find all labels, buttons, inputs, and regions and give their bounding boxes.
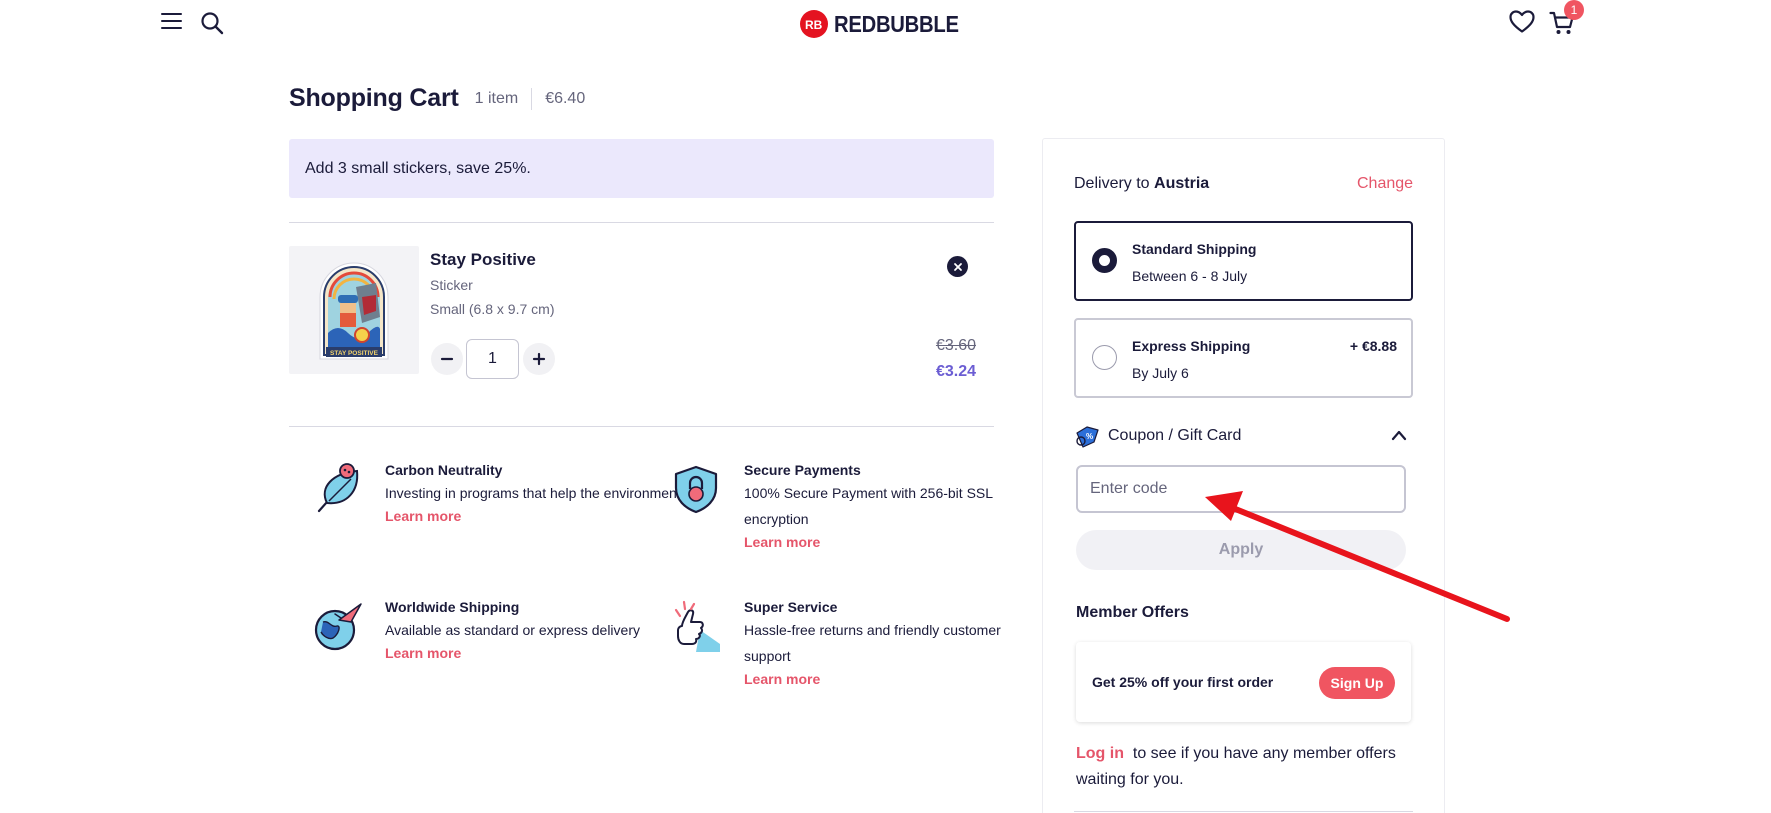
discounted-price: €3.24 [935,363,976,380]
remove-item-button[interactable] [947,256,968,277]
log-in-link[interactable]: Log in [1076,745,1124,762]
heart-icon[interactable] [1509,10,1535,34]
feature-text: 100% Secure Payment with 256-bit SSL enc… [744,485,993,527]
cart-item-count: 1 item [474,89,519,107]
delivery-destination: Delivery to Austria [1074,175,1209,193]
logo-text: REDBUBBLE [834,10,959,37]
product-name[interactable]: Stay Positive [430,250,536,270]
shield-lock-icon [674,465,718,514]
shipping-name: Express Shipping [1132,338,1251,354]
product-thumbnail[interactable]: STAY POSITIVE [289,246,419,374]
redbubble-logo[interactable]: RB REDBUBBLE [800,10,976,38]
login-prompt-text: to see if you have any member offers wai… [1076,745,1396,788]
feature-worldwide-shipping: Worldwide Shipping Available as standard… [385,599,685,663]
close-icon [953,262,962,271]
member-offers-title: Member Offers [1076,604,1189,621]
shipping-cost: + €8.88 [1349,338,1397,354]
globe-plane-icon [314,603,362,651]
shipping-option-standard[interactable]: Standard Shipping Between 6 - 8 July [1074,221,1413,301]
quantity-increase-button[interactable] [523,343,555,375]
annotation-arrow [1205,491,1510,622]
feather-leaf-icon [317,463,359,513]
search-icon[interactable] [200,11,224,35]
product-size: Small (6.8 x 9.7 cm) [430,301,555,317]
divider [289,426,994,427]
coupon-tag-icon: % [1076,426,1099,448]
feature-title: Secure Payments [744,462,861,478]
member-offer-card: Get 25% off your first order Sign Up [1076,642,1411,722]
cart-heading: Shopping Cart 1 item €6.40 [289,84,585,113]
quantity-input[interactable] [466,339,519,379]
divider [289,222,994,223]
coupon-code-input[interactable] [1076,465,1406,513]
delivery-prefix: Delivery to [1074,175,1150,192]
shipping-time: Between 6 - 8 July [1132,268,1248,284]
feature-title: Carbon Neutrality [385,462,503,478]
coupon-label: Coupon / Gift Card [1108,427,1242,444]
logo-mark-icon: RB [800,10,828,38]
thumbs-up-icon [674,600,720,652]
feature-secure-payments: Secure Payments 100% Secure Payment with… [744,462,1044,552]
promo-banner: Add 3 small stickers, save 25%. [289,139,994,198]
feature-super-service: Super Service Hassle-free returns and fr… [744,599,1044,689]
feature-carbon-neutrality: Carbon Neutrality Investing in programs … [385,462,685,526]
page-title: Shopping Cart [289,84,459,112]
coupon-toggle[interactable]: % Coupon / Gift Card [1074,423,1413,451]
original-price: €3.60 [935,337,976,354]
sticker-caption: STAY POSITIVE [330,350,379,357]
site-header: RB REDBUBBLE 1 [0,0,1771,46]
feature-text: Hassle-free returns and friendly custome… [744,622,1001,664]
cart-total: €6.40 [545,89,586,107]
divider [1074,811,1413,812]
shipping-time: By July 6 [1132,365,1189,381]
learn-more-link[interactable]: Learn more [385,508,461,524]
radio-unselected[interactable] [1092,345,1117,370]
change-country-link[interactable]: Change [1357,175,1413,193]
product-type: Sticker [430,277,473,293]
feature-title: Super Service [744,599,838,615]
shipping-option-express[interactable]: Express Shipping By July 6 + €8.88 [1074,318,1413,398]
login-prompt: Log in to see if you have any member off… [1076,741,1416,793]
plus-icon [532,352,546,366]
hamburger-menu-icon[interactable] [161,13,182,30]
sticker-image: STAY POSITIVE [319,262,389,360]
learn-more-link[interactable]: Learn more [744,534,820,550]
feature-title: Worldwide Shipping [385,599,520,615]
apply-coupon-button[interactable]: Apply [1076,530,1406,570]
minus-icon [440,357,454,361]
feature-text: Available as standard or express deliver… [385,622,640,638]
svg-text:RB: RB [805,18,823,30]
learn-more-link[interactable]: Learn more [385,645,461,661]
cart-count-badge: 1 [1564,0,1584,20]
member-offer-text: Get 25% off your first order [1092,674,1274,690]
sign-up-button[interactable]: Sign Up [1319,667,1395,699]
chevron-up-icon[interactable] [1391,429,1407,441]
title-separator [531,87,533,110]
learn-more-link[interactable]: Learn more [744,671,820,687]
quantity-decrease-button[interactable] [431,343,463,375]
feature-text: Investing in programs that help the envi… [385,485,681,501]
delivery-country: Austria [1154,175,1210,192]
radio-selected[interactable] [1092,248,1117,273]
shipping-name: Standard Shipping [1132,241,1257,257]
svg-text:%: % [1086,432,1093,441]
